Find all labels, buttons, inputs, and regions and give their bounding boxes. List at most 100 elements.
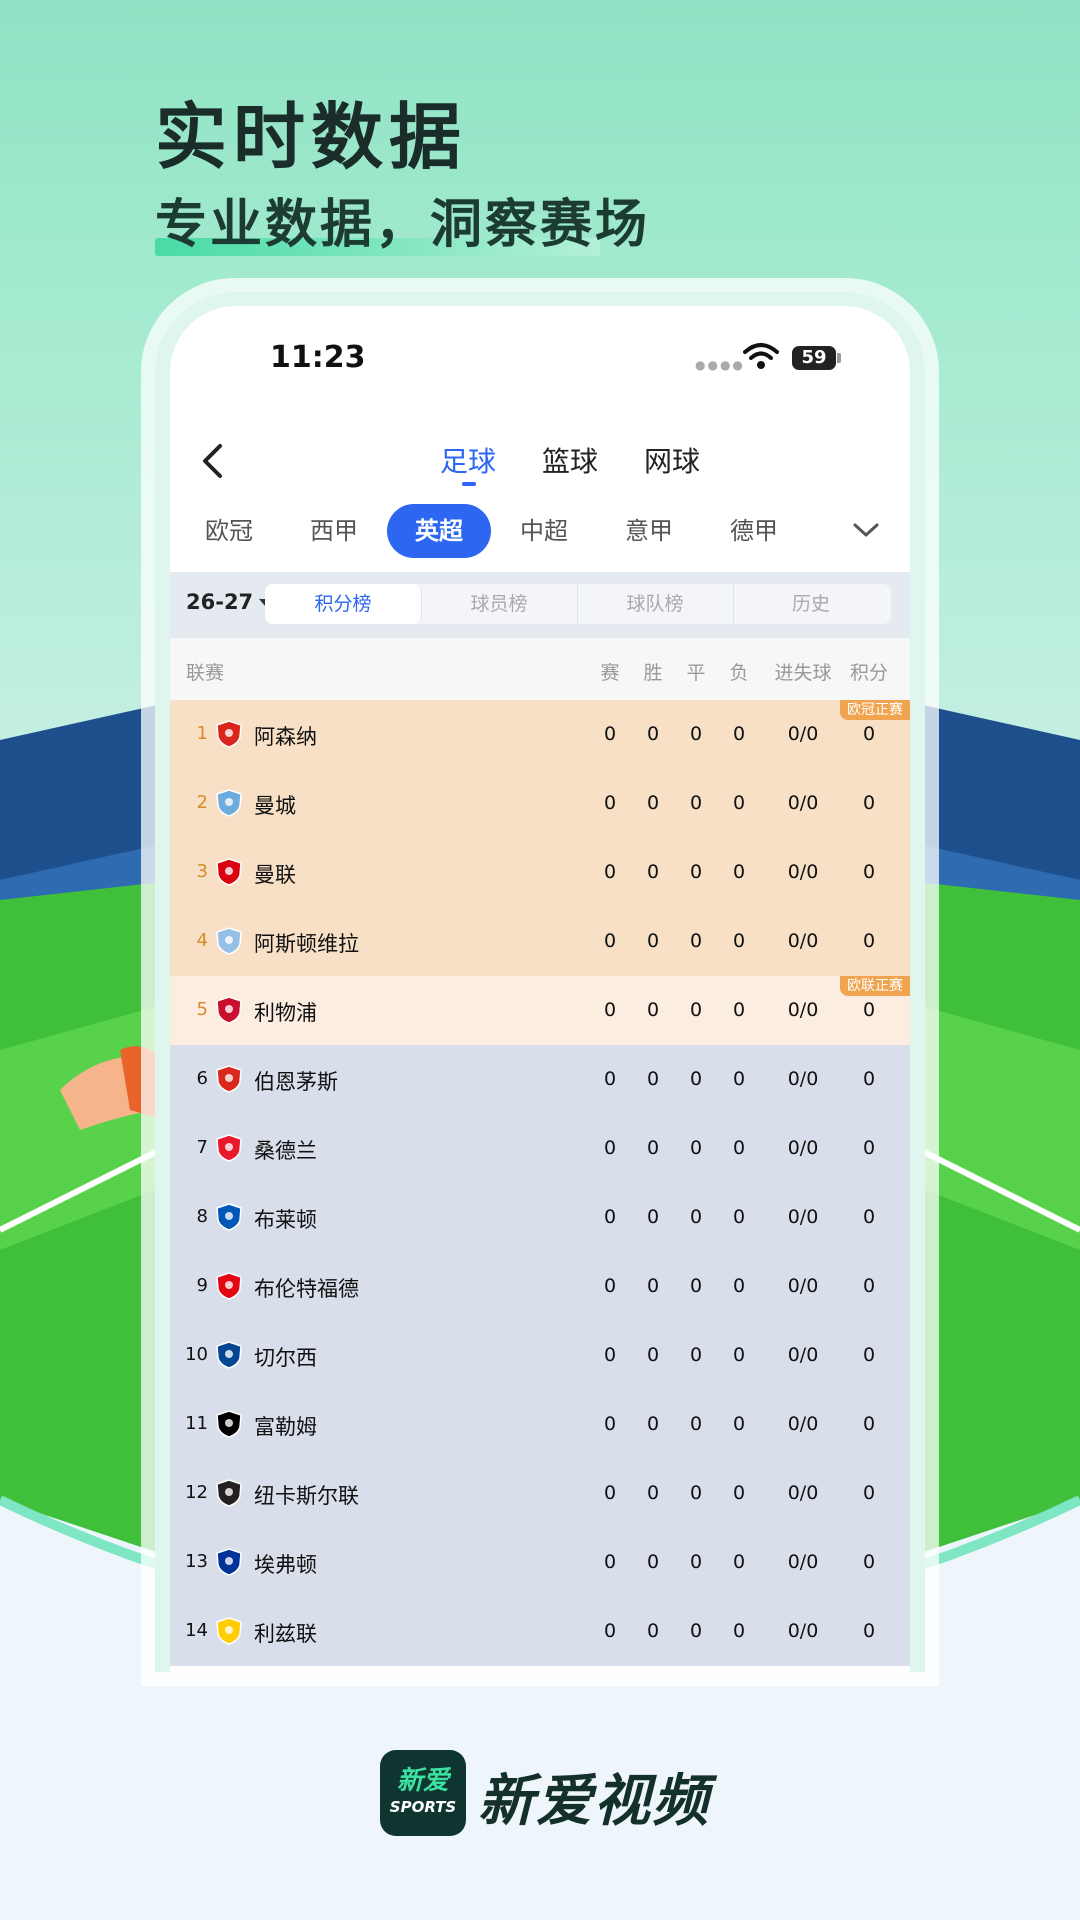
cell-drawn: 0 bbox=[689, 1344, 703, 1366]
signal-dots-icon: ●●●● bbox=[695, 358, 745, 372]
table-row[interactable]: 11 富勒姆 0 0 0 0 0/0 0 bbox=[170, 1390, 910, 1459]
team-crest-icon bbox=[216, 1410, 242, 1438]
cell-points: 0 bbox=[862, 1482, 876, 1504]
cell-goals: 0/0 bbox=[787, 1344, 819, 1366]
team-crest-icon bbox=[216, 1272, 242, 1300]
tab-basketball[interactable]: 篮球 bbox=[542, 440, 598, 480]
header-goals: 进失球 bbox=[774, 662, 832, 684]
cell-points: 0 bbox=[862, 1068, 876, 1090]
cell-lost: 0 bbox=[732, 1137, 746, 1159]
cell-drawn: 0 bbox=[689, 1413, 703, 1435]
cell-drawn: 0 bbox=[689, 792, 703, 814]
table-row[interactable]: 8 布莱顿 0 0 0 0 0/0 0 bbox=[170, 1183, 910, 1252]
team-crest-icon bbox=[216, 996, 242, 1024]
cell-points: 0 bbox=[862, 930, 876, 952]
cell-won: 0 bbox=[646, 1275, 660, 1297]
table-row[interactable]: 1 阿森纳 0 0 0 0 0/0 0 欧冠正赛 bbox=[170, 700, 910, 769]
segment-teams[interactable]: 球队榜 bbox=[577, 584, 734, 624]
table-row[interactable]: 10 切尔西 0 0 0 0 0/0 0 bbox=[170, 1321, 910, 1390]
league-tab-laliga[interactable]: 西甲 bbox=[282, 504, 386, 558]
cell-drawn: 0 bbox=[689, 1620, 703, 1642]
cell-points: 0 bbox=[862, 792, 876, 814]
cell-won: 0 bbox=[646, 1620, 660, 1642]
table-row[interactable]: 13 埃弗顿 0 0 0 0 0/0 0 bbox=[170, 1528, 910, 1597]
rank-number: 9 bbox=[196, 1275, 208, 1296]
league-tab-ucl[interactable]: 欧冠 bbox=[177, 504, 281, 558]
team-crest-icon bbox=[216, 1617, 242, 1645]
cell-played: 0 bbox=[603, 861, 617, 883]
team-name: 利兹联 bbox=[254, 1622, 317, 1646]
cell-goals: 0/0 bbox=[787, 1275, 819, 1297]
team-crest-icon bbox=[216, 927, 242, 955]
league-tab-csl[interactable]: 中超 bbox=[492, 504, 596, 558]
cell-points: 0 bbox=[862, 1344, 876, 1366]
team-crest-icon bbox=[216, 1134, 242, 1162]
status-time: 11:23 bbox=[270, 340, 366, 375]
table-row[interactable]: 4 阿斯顿维拉 0 0 0 0 0/0 0 bbox=[170, 907, 910, 976]
back-arrow-icon[interactable] bbox=[192, 436, 232, 486]
segment-players[interactable]: 球员榜 bbox=[421, 584, 578, 624]
cell-goals: 0/0 bbox=[787, 1137, 819, 1159]
league-tab-bundesliga[interactable]: 德甲 bbox=[702, 504, 806, 558]
cell-lost: 0 bbox=[732, 792, 746, 814]
table-row[interactable]: 2 曼城 0 0 0 0 0/0 0 bbox=[170, 769, 910, 838]
header-lost: 负 bbox=[729, 662, 749, 684]
table-row[interactable]: 7 桑德兰 0 0 0 0 0/0 0 bbox=[170, 1114, 910, 1183]
team-name: 伯恩茅斯 bbox=[254, 1070, 338, 1094]
table-row[interactable]: 5 利物浦 0 0 0 0 0/0 0 欧联正赛 bbox=[170, 976, 910, 1045]
cell-played: 0 bbox=[603, 1413, 617, 1435]
segment-history[interactable]: 历史 bbox=[733, 584, 889, 624]
tab-tennis[interactable]: 网球 bbox=[644, 440, 700, 480]
cell-won: 0 bbox=[646, 1344, 660, 1366]
team-crest-icon bbox=[216, 789, 242, 817]
active-tab-indicator bbox=[462, 482, 476, 486]
table-row[interactable]: 3 曼联 0 0 0 0 0/0 0 bbox=[170, 838, 910, 907]
team-name: 曼城 bbox=[254, 794, 296, 818]
cell-points: 0 bbox=[862, 1137, 876, 1159]
brand-name: 新爱视频 bbox=[478, 1769, 710, 1834]
table-row[interactable]: 9 布伦特福德 0 0 0 0 0/0 0 bbox=[170, 1252, 910, 1321]
team-crest-icon bbox=[216, 858, 242, 886]
team-crest-icon bbox=[216, 1341, 242, 1369]
cell-goals: 0/0 bbox=[787, 1206, 819, 1228]
team-name: 利物浦 bbox=[254, 1001, 317, 1025]
hero-subtitle-text: 专业数据，洞察赛场 bbox=[155, 195, 651, 255]
table-row[interactable]: 6 伯恩茅斯 0 0 0 0 0/0 0 bbox=[170, 1045, 910, 1114]
hero-title: 实时数据 bbox=[155, 95, 468, 179]
team-name: 布伦特福德 bbox=[254, 1277, 359, 1301]
cell-lost: 0 bbox=[732, 861, 746, 883]
cell-points: 0 bbox=[862, 1206, 876, 1228]
cell-played: 0 bbox=[603, 1275, 617, 1297]
table-row[interactable]: 12 纽卡斯尔联 0 0 0 0 0/0 0 bbox=[170, 1459, 910, 1528]
cell-lost: 0 bbox=[732, 930, 746, 952]
qualification-tag: 欧联正赛 bbox=[840, 976, 910, 996]
rank-number: 4 bbox=[196, 930, 208, 951]
league-tab-seriea[interactable]: 意甲 bbox=[597, 504, 701, 558]
battery-tip bbox=[837, 353, 841, 363]
cell-played: 0 bbox=[603, 1551, 617, 1573]
team-crest-icon bbox=[216, 1479, 242, 1507]
cell-played: 0 bbox=[603, 1137, 617, 1159]
rank-number: 11 bbox=[185, 1413, 208, 1434]
team-name: 阿森纳 bbox=[254, 725, 317, 749]
team-crest-icon bbox=[216, 1548, 242, 1576]
cell-lost: 0 bbox=[732, 1482, 746, 1504]
cell-won: 0 bbox=[646, 1137, 660, 1159]
header-played: 赛 bbox=[600, 662, 620, 684]
segment-standings[interactable]: 积分榜 bbox=[265, 584, 422, 624]
table-row[interactable]: 14 利兹联 0 0 0 0 0/0 0 bbox=[170, 1597, 910, 1666]
table-header: 联赛 赛 胜 平 负 进失球 积分 bbox=[170, 638, 910, 700]
header-won: 胜 bbox=[643, 662, 663, 684]
cell-won: 0 bbox=[646, 1413, 660, 1435]
team-crest-icon bbox=[216, 1203, 242, 1231]
cell-played: 0 bbox=[603, 1344, 617, 1366]
tab-football[interactable]: 足球 bbox=[440, 440, 496, 480]
cell-lost: 0 bbox=[732, 1344, 746, 1366]
team-name: 布莱顿 bbox=[254, 1208, 317, 1232]
league-tab-epl[interactable]: 英超 bbox=[387, 504, 491, 558]
season-selector[interactable]: 26-27 bbox=[186, 590, 274, 614]
segmented-control: 积分榜 球员榜 球队榜 历史 bbox=[265, 584, 891, 624]
cell-drawn: 0 bbox=[689, 1275, 703, 1297]
chevron-down-icon[interactable] bbox=[852, 520, 880, 540]
rank-number: 14 bbox=[185, 1620, 208, 1641]
